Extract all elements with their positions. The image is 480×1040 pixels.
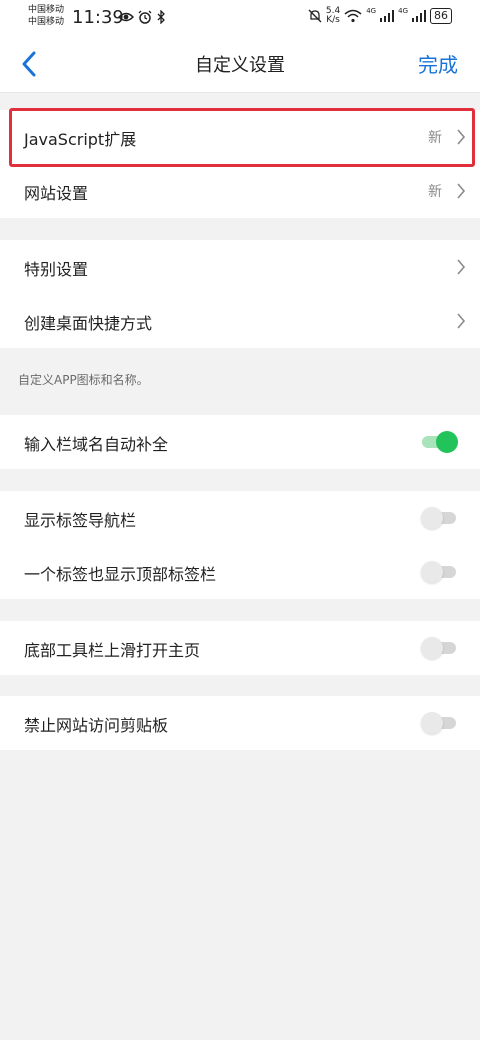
row-toolbar-swipe-home: 底部工具栏上滑打开主页 bbox=[0, 621, 480, 675]
battery-icon: 86 bbox=[430, 8, 452, 24]
row-label: 网站设置 bbox=[24, 184, 89, 203]
row-label: 禁止网站访问剪贴板 bbox=[24, 716, 169, 735]
row-label: 创建桌面快捷方式 bbox=[24, 314, 153, 333]
row-label: JavaScript扩展 bbox=[24, 130, 137, 149]
mute-icon bbox=[308, 9, 322, 23]
bluetooth-icon bbox=[157, 10, 165, 24]
battery-level: 86 bbox=[434, 9, 448, 22]
carrier-labels: 中国移动 中国移动 bbox=[28, 4, 64, 28]
row-block-clipboard: 禁止网站访问剪贴板 bbox=[0, 696, 480, 750]
settings-group-toolbar: 底部工具栏上滑打开主页 bbox=[0, 621, 480, 675]
single-tab-toggle[interactable] bbox=[421, 560, 458, 584]
eye-icon bbox=[118, 12, 134, 22]
network-speed: 5.4 K/s bbox=[326, 7, 340, 25]
new-badge: 新 bbox=[428, 184, 442, 200]
row-special-settings[interactable]: 特别设置 bbox=[0, 240, 480, 294]
chevron-right-icon bbox=[457, 259, 466, 275]
status-bar: 中国移动 中国移动 11:39 5.4 K/s 4G 4G 86 bbox=[0, 0, 480, 36]
wifi-icon bbox=[344, 9, 362, 23]
carrier-1: 中国移动 bbox=[28, 5, 65, 15]
chevron-right-icon bbox=[457, 183, 466, 199]
tab-nav-toggle[interactable] bbox=[421, 506, 458, 530]
status-time: 11:39 bbox=[72, 7, 124, 28]
row-label: 显示标签导航栏 bbox=[24, 511, 137, 530]
row-domain-autocomplete: 输入栏域名自动补全 bbox=[0, 415, 480, 469]
carrier-2: 中国移动 bbox=[28, 17, 65, 27]
speed-unit: K/s bbox=[326, 15, 340, 25]
settings-group-special: 特别设置 创建桌面快捷方式 bbox=[0, 240, 480, 348]
settings-group-tabs: 显示标签导航栏 一个标签也显示顶部标签栏 bbox=[0, 491, 480, 599]
settings-group-extensions: JavaScript扩展 新 网站设置 新 bbox=[0, 110, 480, 218]
chevron-left-icon[interactable] bbox=[18, 50, 42, 78]
settings-group-autocomplete: 输入栏域名自动补全 bbox=[0, 415, 480, 469]
row-show-tab-nav: 显示标签导航栏 bbox=[0, 491, 480, 545]
done-button[interactable]: 完成 bbox=[418, 49, 458, 78]
status-icons-left bbox=[118, 9, 166, 25]
group-note: 自定义APP图标和名称。 bbox=[18, 373, 149, 387]
row-desktop-shortcut[interactable]: 创建桌面快捷方式 bbox=[0, 294, 480, 348]
signal-icon-2 bbox=[412, 10, 426, 22]
chevron-right-icon bbox=[457, 129, 466, 145]
title-bar: 自定义设置 完成 bbox=[0, 36, 480, 93]
row-javascript-extension[interactable]: JavaScript扩展 新 bbox=[0, 110, 480, 164]
settings-group-clipboard: 禁止网站访问剪贴板 bbox=[0, 696, 480, 750]
network-type-2: 4G bbox=[398, 7, 408, 15]
swipe-home-toggle[interactable] bbox=[421, 636, 458, 660]
row-website-settings[interactable]: 网站设置 新 bbox=[0, 164, 480, 218]
row-label: 一个标签也显示顶部标签栏 bbox=[24, 565, 217, 584]
row-single-tab-top-bar: 一个标签也显示顶部标签栏 bbox=[0, 545, 480, 599]
alarm-icon bbox=[138, 10, 152, 24]
page-title: 自定义设置 bbox=[195, 55, 285, 76]
autocomplete-toggle[interactable] bbox=[422, 430, 458, 454]
clipboard-toggle[interactable] bbox=[421, 711, 458, 735]
row-label: 输入栏域名自动补全 bbox=[24, 435, 169, 454]
signal-icon-1 bbox=[380, 10, 395, 22]
network-type-1: 4G bbox=[366, 7, 377, 15]
new-badge: 新 bbox=[428, 130, 442, 146]
status-icons-right: 5.4 K/s 4G 4G 86 bbox=[308, 7, 452, 25]
chevron-right-icon bbox=[457, 313, 466, 329]
row-label: 特别设置 bbox=[24, 260, 89, 279]
row-label: 底部工具栏上滑打开主页 bbox=[24, 641, 201, 660]
